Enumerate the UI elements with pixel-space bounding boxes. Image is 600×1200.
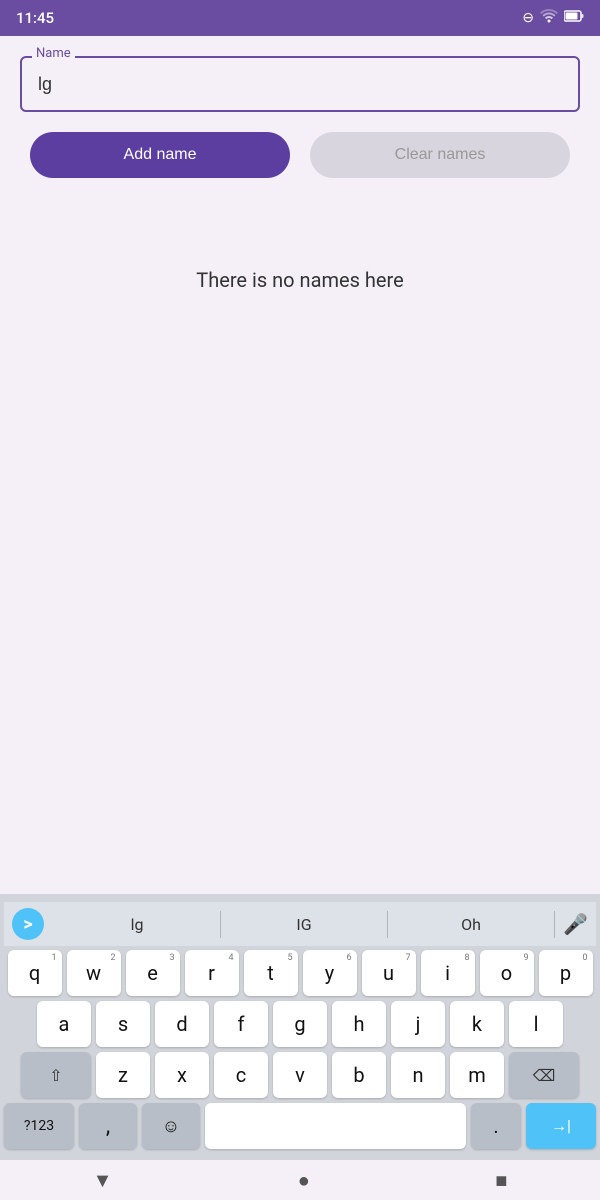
nav-home-icon[interactable]: ● — [298, 1168, 310, 1193]
keyboard-row-1: 1q 2w 3e 4r 5t 6y 7u 8i 9o 0p — [4, 950, 596, 996]
key-j[interactable]: j — [391, 1001, 445, 1047]
name-input[interactable] — [20, 56, 580, 112]
key-c[interactable]: c — [214, 1052, 268, 1098]
keyboard-row-3: ⇧ z x c v b n m ⌫ — [4, 1052, 596, 1098]
status-bar: 11:45 ⊖ — [0, 0, 600, 36]
emoji-key[interactable]: ☺ — [142, 1103, 200, 1149]
backspace-key[interactable]: ⌫ — [509, 1052, 579, 1098]
suggestion-Oh[interactable]: Oh — [388, 911, 555, 938]
wifi-icon — [540, 9, 558, 27]
name-input-container: Name — [20, 56, 580, 112]
key-i[interactable]: 8i — [421, 950, 475, 996]
suggestion-IG[interactable]: IG — [221, 911, 388, 938]
key-k[interactable]: k — [450, 1001, 504, 1047]
key-s[interactable]: s — [96, 1001, 150, 1047]
key-q[interactable]: 1q — [8, 950, 62, 996]
sync-icon: ⊖ — [522, 10, 534, 26]
empty-state: There is no names here — [20, 208, 580, 352]
buttons-row: Add name Clear names — [20, 132, 580, 178]
key-y[interactable]: 6y — [303, 950, 357, 996]
key-u[interactable]: 7u — [362, 950, 416, 996]
space-key[interactable] — [205, 1103, 466, 1149]
shift-key[interactable]: ⇧ — [21, 1052, 91, 1098]
add-name-button[interactable]: Add name — [30, 132, 290, 178]
comma-key[interactable]: , — [79, 1103, 137, 1149]
key-w[interactable]: 2w — [67, 950, 121, 996]
app-content: Name Add name Clear names There is no na… — [0, 36, 600, 352]
key-o[interactable]: 9o — [480, 950, 534, 996]
suggestions-row: > lg IG Oh 🎤 — [4, 902, 596, 946]
battery-icon — [564, 10, 584, 26]
key-h[interactable]: h — [332, 1001, 386, 1047]
status-icons: ⊖ — [522, 9, 584, 27]
keyboard-row-2: a s d f g h j k l — [4, 1001, 596, 1047]
suggestion-lg[interactable]: lg — [54, 911, 221, 938]
key-t[interactable]: 5t — [244, 950, 298, 996]
enter-key[interactable]: →| — [526, 1103, 596, 1149]
nav-recents-icon[interactable]: ■ — [495, 1168, 507, 1193]
status-time: 11:45 — [16, 9, 54, 27]
key-p[interactable]: 0p — [539, 950, 593, 996]
key-n[interactable]: n — [391, 1052, 445, 1098]
clear-names-button[interactable]: Clear names — [310, 132, 570, 178]
nav-bar: ▼ ● ■ — [0, 1160, 600, 1200]
keyboard: > lg IG Oh 🎤 1q 2w 3e 4r 5t 6y 7u 8i 9o … — [0, 894, 600, 1160]
key-g[interactable]: g — [273, 1001, 327, 1047]
key-d[interactable]: d — [155, 1001, 209, 1047]
key-b[interactable]: b — [332, 1052, 386, 1098]
microphone-icon[interactable]: 🎤 — [563, 912, 588, 936]
key-m[interactable]: m — [450, 1052, 504, 1098]
key-z[interactable]: z — [96, 1052, 150, 1098]
key-f[interactable]: f — [214, 1001, 268, 1047]
key-a[interactable]: a — [37, 1001, 91, 1047]
keyboard-row-4: ?123 , ☺ . →| — [4, 1103, 596, 1149]
empty-state-message: There is no names here — [196, 268, 403, 292]
key-v[interactable]: v — [273, 1052, 327, 1098]
suggestions-expand-button[interactable]: > — [12, 908, 44, 940]
input-label: Name — [32, 46, 75, 61]
nav-back-icon[interactable]: ▼ — [93, 1168, 113, 1193]
period-key[interactable]: . — [471, 1103, 521, 1149]
key-x[interactable]: x — [155, 1052, 209, 1098]
key-r[interactable]: 4r — [185, 950, 239, 996]
key-l[interactable]: l — [509, 1001, 563, 1047]
key-e[interactable]: 3e — [126, 950, 180, 996]
symbols-key[interactable]: ?123 — [4, 1103, 74, 1149]
